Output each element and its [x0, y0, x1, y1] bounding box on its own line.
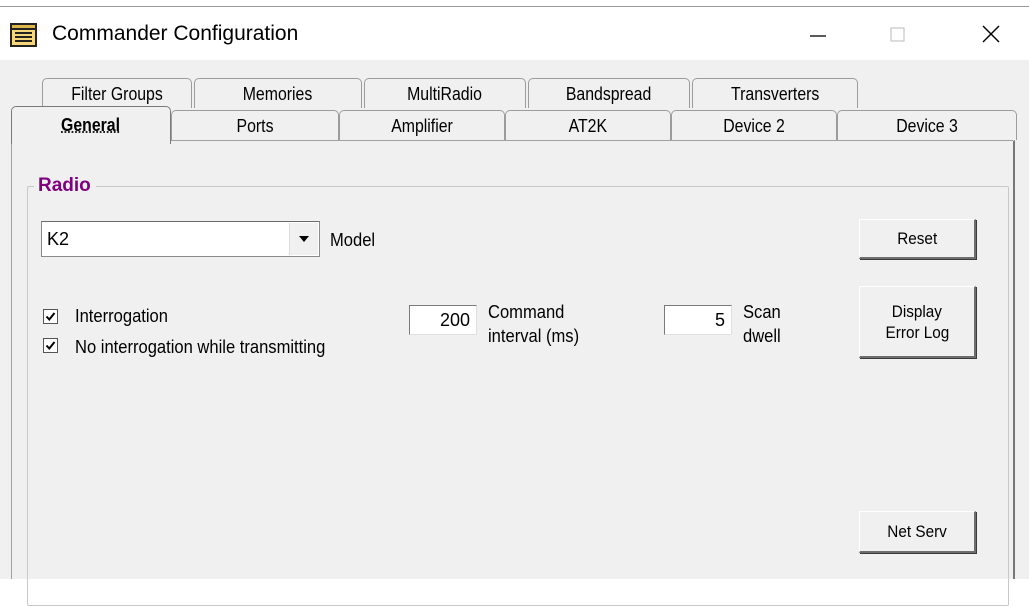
tab-label: Bandspread — [566, 79, 651, 109]
tab-transverters[interactable]: Transverters — [692, 78, 858, 108]
reset-button[interactable]: Reset — [859, 219, 976, 259]
checkmark-icon — [45, 311, 56, 322]
interrogation-label: Interrogation — [75, 305, 176, 327]
no-interrogation-tx-label: No interrogation while transmitting — [75, 336, 347, 358]
tab-label: Device 2 — [723, 111, 785, 141]
general-tab-panel: Radio K2 Model Interrogation No interrog… — [11, 140, 1015, 579]
tab-general[interactable]: General — [11, 106, 171, 144]
net-serv-button-label: Net Serv — [887, 521, 947, 542]
model-dropdown-button[interactable] — [289, 223, 318, 255]
model-select[interactable]: K2 — [41, 221, 320, 257]
tab-ports[interactable]: Ports — [171, 110, 339, 140]
tab-label: AT2K — [569, 111, 607, 141]
window-title: Commander Configuration — [52, 20, 298, 48]
tab-bandspread[interactable]: Bandspread — [528, 78, 690, 108]
maximize-button[interactable] — [875, 14, 921, 54]
tab-amplifier[interactable]: Amplifier — [339, 110, 505, 140]
close-icon — [980, 23, 1002, 45]
tab-device-2[interactable]: Device 2 — [671, 110, 837, 140]
tab-label: Transverters — [731, 79, 819, 109]
interrogation-checkbox[interactable] — [43, 309, 58, 324]
maximize-icon — [888, 24, 908, 44]
tab-label: MultiRadio — [408, 79, 483, 109]
tab-label: Filter Groups — [71, 79, 163, 109]
title-bar: Commander Configuration — [0, 0, 1029, 60]
model-select-value: K2 — [47, 227, 69, 251]
scan-dwell-field[interactable]: 5 — [664, 305, 732, 335]
scan-dwell-label-line2: dwell — [743, 325, 784, 347]
tab-label: Memories — [243, 79, 313, 109]
command-interval-label-line2: interval (ms) — [488, 325, 587, 347]
chevron-down-icon — [298, 235, 310, 243]
tab-at2k[interactable]: AT2K — [505, 110, 671, 140]
tab-multiradio[interactable]: MultiRadio — [364, 78, 526, 108]
tab-label: Amplifier — [391, 111, 453, 141]
display-error-log-button[interactable]: Display Error Log — [859, 286, 976, 358]
model-label: Model — [330, 229, 379, 251]
display-error-log-label-line2: Error Log — [885, 322, 949, 343]
dialog-client-area: Filter Groups Memories MultiRadio Bandsp… — [0, 60, 1029, 579]
command-interval-field[interactable]: 200 — [409, 305, 477, 335]
tab-label: Device 3 — [896, 111, 958, 141]
tab-memories[interactable]: Memories — [194, 78, 362, 108]
panel-edge — [11, 141, 12, 579]
tab-label: Ports — [237, 111, 274, 141]
tab-device-3[interactable]: Device 3 — [837, 110, 1017, 140]
radio-group-title: Radio — [34, 175, 96, 197]
title-bar-top-border — [0, 6, 1029, 7]
tab-label: General — [61, 107, 120, 143]
checkmark-icon — [45, 340, 56, 351]
notepad-icon[interactable] — [10, 22, 38, 48]
minimize-button[interactable] — [795, 14, 841, 54]
minimize-icon — [808, 24, 828, 44]
command-interval-label-line1: Command — [488, 301, 571, 323]
net-serv-button[interactable]: Net Serv — [859, 511, 976, 553]
close-button[interactable] — [968, 14, 1014, 54]
scan-dwell-label-line1: Scan — [743, 301, 784, 323]
display-error-log-label-line1: Display — [892, 301, 942, 322]
tab-filter-groups[interactable]: Filter Groups — [42, 78, 192, 108]
no-interrogation-tx-checkbox[interactable] — [43, 338, 58, 353]
reset-button-label: Reset — [897, 228, 937, 249]
